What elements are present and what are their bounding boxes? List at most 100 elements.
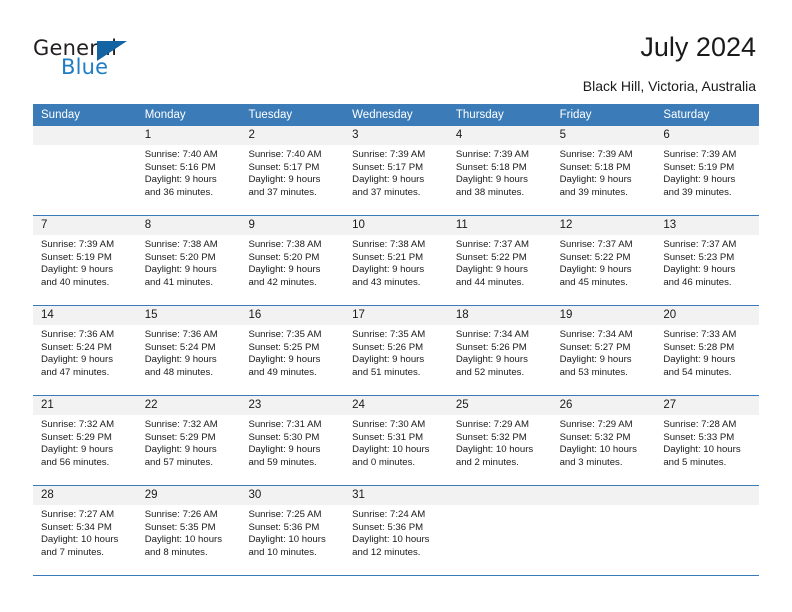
day-cell[interactable]: 17 Sunrise: 7:35 AM Sunset: 5:26 PM Dayligh… [344, 306, 448, 395]
daylight-text-line1: Daylight: 9 hours [41, 354, 113, 366]
weekday-header-row: Sunday Monday Tuesday Wednesday Thursday… [33, 104, 759, 126]
daylight-text-line2: and 39 minutes. [559, 186, 628, 198]
day-info: Sunrise: 7:37 AM Sunset: 5:22 PM Daylight:… [448, 235, 552, 289]
calendar-grid: Sunday Monday Tuesday Wednesday Thursday… [33, 104, 760, 576]
day-cell[interactable]: 11 Sunrise: 7:37 AM Sunset: 5:22 PM Dayligh… [447, 216, 552, 305]
day-number: 15 [136, 306, 241, 325]
sunset-text: Sunset: 5:36 PM [248, 521, 320, 533]
day-cell[interactable]: 31 Sunrise: 7:24 AM Sunset: 5:36 PM Dayligh… [344, 486, 448, 575]
calendar-week-row: 28 Sunrise: 7:27 AM Sunset: 5:34 PM Dayligh… [33, 485, 760, 575]
day-number: 9 [240, 216, 345, 235]
sunrise-text: Sunrise: 7:32 AM [41, 419, 115, 430]
day-number: 14 [33, 306, 137, 325]
daylight-text-line2: and 38 minutes. [455, 186, 525, 198]
day-info: Sunrise: 7:25 AM Sunset: 5:36 PM Daylight:… [240, 505, 344, 559]
day-number: 12 [551, 216, 656, 235]
day-info: Sunrise: 7:36 AM Sunset: 5:24 PM Daylight:… [33, 325, 137, 379]
day-cell[interactable]: 21 Sunrise: 7:32 AM Sunset: 5:29 PM Dayligh… [33, 396, 137, 485]
sunset-text: Sunset: 5:35 PM [144, 521, 216, 533]
day-info: Sunrise: 7:38 AM Sunset: 5:20 PM Daylight:… [137, 235, 241, 289]
calendar-page: General Blue July 2024 Black Hill, Victo… [0, 0, 792, 612]
day-cell[interactable]: 27 Sunrise: 7:28 AM Sunset: 5:33 PM Dayligh… [655, 396, 760, 485]
day-cell[interactable]: 8 Sunrise: 7:38 AM Sunset: 5:20 PM Daylight… [136, 216, 241, 305]
day-info: Sunrise: 7:32 AM Sunset: 5:29 PM Daylight:… [137, 415, 241, 469]
daylight-text-line1: Daylight: 9 hours [455, 174, 528, 186]
calendar-week-row: 7 Sunrise: 7:39 AM Sunset: 5:19 PM Daylight… [33, 215, 760, 305]
day-info: Sunrise: 7:29 AM Sunset: 5:32 PM Daylight:… [552, 415, 656, 469]
sunset-text: Sunset: 5:16 PM [144, 161, 216, 173]
sunset-text: Sunset: 5:20 PM [144, 251, 216, 263]
sunset-text: Sunset: 5:22 PM [455, 251, 527, 263]
day-info: Sunrise: 7:29 AM Sunset: 5:32 PM Daylight:… [448, 415, 552, 469]
day-cell[interactable]: 28 Sunrise: 7:27 AM Sunset: 5:34 PM Dayligh… [33, 486, 137, 575]
daylight-text-line2: and 47 minutes. [41, 366, 110, 378]
sunrise-text: Sunrise: 7:27 AM [41, 509, 115, 520]
day-cell[interactable]: 12 Sunrise: 7:37 AM Sunset: 5:22 PM Dayligh… [551, 216, 656, 305]
calendar-bottom-rule [33, 575, 759, 576]
day-cell[interactable]: 3 Sunrise: 7:39 AM Sunset: 5:17 PM Daylight… [344, 126, 448, 215]
day-cell[interactable]: 19 Sunrise: 7:34 AM Sunset: 5:27 PM Dayligh… [551, 306, 656, 395]
day-cell-empty [33, 126, 137, 215]
day-cell[interactable]: 16 Sunrise: 7:35 AM Sunset: 5:25 PM Dayligh… [240, 306, 345, 395]
day-info: Sunrise: 7:28 AM Sunset: 5:33 PM Daylight:… [655, 415, 759, 469]
general-blue-logo[interactable]: General Blue [33, 36, 163, 82]
day-number [655, 486, 760, 505]
weekday-header-sunday: Sunday [41, 109, 81, 121]
weekday-header-wednesday: Wednesday [352, 109, 413, 121]
day-cell[interactable]: 22 Sunrise: 7:32 AM Sunset: 5:29 PM Dayligh… [136, 396, 241, 485]
day-cell[interactable]: 23 Sunrise: 7:31 AM Sunset: 5:30 PM Dayligh… [240, 396, 345, 485]
day-cell[interactable]: 6 Sunrise: 7:39 AM Sunset: 5:19 PM Daylight… [655, 126, 760, 215]
day-cell[interactable]: 7 Sunrise: 7:39 AM Sunset: 5:19 PM Daylight… [33, 216, 137, 305]
day-cell[interactable]: 13 Sunrise: 7:37 AM Sunset: 5:23 PM Dayligh… [655, 216, 760, 305]
sunrise-text: Sunrise: 7:28 AM [663, 419, 737, 430]
sunrise-text: Sunrise: 7:34 AM [455, 329, 529, 340]
daylight-text-line2: and 10 minutes. [248, 546, 317, 558]
day-cell[interactable]: 15 Sunrise: 7:36 AM Sunset: 5:24 PM Dayligh… [136, 306, 241, 395]
day-info: Sunrise: 7:31 AM Sunset: 5:30 PM Daylight:… [240, 415, 344, 469]
day-cell[interactable]: 29 Sunrise: 7:26 AM Sunset: 5:35 PM Dayligh… [136, 486, 241, 575]
day-cell[interactable]: 10 Sunrise: 7:38 AM Sunset: 5:21 PM Dayligh… [344, 216, 448, 305]
sunset-text: Sunset: 5:32 PM [455, 431, 527, 443]
sunrise-text: Sunrise: 7:39 AM [352, 149, 426, 160]
day-cell[interactable]: 9 Sunrise: 7:38 AM Sunset: 5:20 PM Daylight… [240, 216, 345, 305]
calendar-week-row: 21 Sunrise: 7:32 AM Sunset: 5:29 PM Dayligh… [33, 395, 760, 485]
sunset-text: Sunset: 5:17 PM [248, 161, 320, 173]
day-cell[interactable]: 25 Sunrise: 7:29 AM Sunset: 5:32 PM Dayligh… [447, 396, 552, 485]
daylight-text-line2: and 48 minutes. [144, 366, 213, 378]
daylight-text-line2: and 52 minutes. [455, 366, 525, 378]
day-info: Sunrise: 7:40 AM Sunset: 5:17 PM Daylight:… [240, 145, 344, 199]
day-cell[interactable]: 20 Sunrise: 7:33 AM Sunset: 5:28 PM Dayligh… [655, 306, 760, 395]
sunrise-text: Sunrise: 7:26 AM [144, 509, 218, 520]
daylight-text-line2: and 8 minutes. [144, 546, 208, 558]
sunrise-text: Sunrise: 7:35 AM [352, 329, 426, 340]
day-cell[interactable]: 1 Sunrise: 7:40 AM Sunset: 5:16 PM Daylight… [136, 126, 241, 215]
day-number: 26 [551, 396, 656, 415]
sunset-text: Sunset: 5:24 PM [41, 341, 112, 353]
sunset-text: Sunset: 5:21 PM [352, 251, 424, 263]
day-info: Sunrise: 7:35 AM Sunset: 5:25 PM Daylight:… [240, 325, 344, 379]
sunrise-text: Sunrise: 7:32 AM [144, 419, 218, 430]
day-cell[interactable]: 2 Sunrise: 7:40 AM Sunset: 5:17 PM Daylight… [240, 126, 345, 215]
day-cell[interactable]: 24 Sunrise: 7:30 AM Sunset: 5:31 PM Dayligh… [344, 396, 448, 485]
day-info: Sunrise: 7:39 AM Sunset: 5:19 PM Daylight:… [33, 235, 137, 289]
daylight-text-line1: Daylight: 9 hours [559, 174, 632, 186]
day-cell[interactable]: 5 Sunrise: 7:39 AM Sunset: 5:18 PM Daylight… [551, 126, 656, 215]
day-cell[interactable]: 14 Sunrise: 7:36 AM Sunset: 5:24 PM Dayligh… [33, 306, 137, 395]
daylight-text-line2: and 40 minutes. [41, 276, 110, 288]
daylight-text-line1: Daylight: 10 hours [352, 444, 430, 456]
daylight-text-line1: Daylight: 9 hours [248, 264, 321, 276]
location-subtitle: Black Hill, Victoria, Australia [582, 78, 756, 94]
day-cell-empty [655, 486, 760, 575]
weekday-header-saturday: Saturday [663, 109, 710, 121]
sunrise-text: Sunrise: 7:33 AM [663, 329, 737, 340]
day-info: Sunrise: 7:34 AM Sunset: 5:27 PM Daylight:… [552, 325, 656, 379]
sunrise-text: Sunrise: 7:25 AM [248, 509, 322, 520]
day-cell[interactable]: 18 Sunrise: 7:34 AM Sunset: 5:26 PM Dayligh… [447, 306, 552, 395]
sunset-text: Sunset: 5:34 PM [41, 521, 112, 533]
daylight-text-line2: and 42 minutes. [248, 276, 317, 288]
day-number: 28 [33, 486, 137, 505]
day-cell[interactable]: 26 Sunrise: 7:29 AM Sunset: 5:32 PM Dayligh… [551, 396, 656, 485]
daylight-text-line2: and 53 minutes. [559, 366, 628, 378]
day-cell[interactable]: 30 Sunrise: 7:25 AM Sunset: 5:36 PM Dayligh… [240, 486, 345, 575]
day-cell[interactable]: 4 Sunrise: 7:39 AM Sunset: 5:18 PM Daylight… [447, 126, 552, 215]
